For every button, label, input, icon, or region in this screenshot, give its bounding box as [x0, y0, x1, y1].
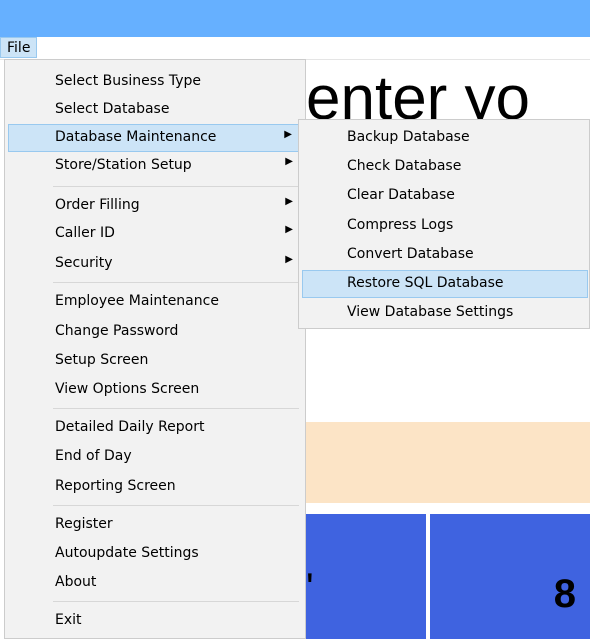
menu-item-setup-screen[interactable]: Setup Screen — [8, 347, 302, 375]
menu-item-security[interactable]: Security ▶ — [8, 250, 302, 278]
background-tile-left[interactable]: ' — [306, 514, 426, 639]
menu-item-autoupdate-settings[interactable]: Autoupdate Settings — [8, 540, 302, 568]
submenu-item-label: Backup Database — [347, 129, 470, 145]
menu-item-label: Autoupdate Settings — [55, 545, 199, 561]
menu-item-label: Select Database — [55, 101, 170, 117]
menu-separator — [53, 186, 299, 187]
submenu-arrow-icon: ▶ — [285, 196, 293, 207]
background-info-band — [306, 422, 590, 503]
menu-item-label: Detailed Daily Report — [55, 419, 205, 435]
menu-item-label: Security — [55, 255, 113, 271]
submenu-item-check-database[interactable]: Check Database — [302, 153, 588, 181]
submenu-item-compress-logs[interactable]: Compress Logs — [302, 212, 588, 240]
menu-item-register[interactable]: Register — [8, 511, 302, 539]
submenu-item-label: Check Database — [347, 158, 462, 174]
menu-item-label: Reporting Screen — [55, 478, 176, 494]
window-title-bar — [0, 0, 590, 37]
submenu-arrow-icon: ▶ — [285, 254, 293, 265]
menu-item-detailed-daily-report[interactable]: Detailed Daily Report — [8, 414, 302, 442]
menu-item-caller-id[interactable]: Caller ID ▶ — [8, 220, 302, 248]
menu-item-label: Order Filling — [55, 197, 140, 213]
submenu-item-label: Restore SQL Database — [347, 275, 504, 291]
tile-left-text: ' — [306, 566, 314, 610]
database-maintenance-submenu: Backup Database Check Database Clear Dat… — [298, 119, 590, 329]
menu-item-label: Employee Maintenance — [55, 293, 219, 309]
menu-item-label: Store/Station Setup — [55, 157, 192, 173]
menu-separator — [53, 408, 299, 409]
menu-separator — [53, 601, 299, 602]
menu-item-label: End of Day — [55, 448, 132, 464]
submenu-item-backup-database[interactable]: Backup Database — [302, 124, 588, 152]
menu-item-label: Exit — [55, 612, 82, 628]
menu-item-database-maintenance[interactable]: Database Maintenance ▶ — [8, 124, 302, 152]
menu-item-label: Setup Screen — [55, 352, 149, 368]
menu-item-label: About — [55, 574, 97, 590]
menu-item-end-of-day[interactable]: End of Day — [8, 443, 302, 471]
file-menu[interactable]: File — [0, 37, 38, 58]
submenu-item-clear-database[interactable]: Clear Database — [302, 182, 588, 210]
submenu-item-view-database-settings[interactable]: View Database Settings — [302, 299, 588, 327]
file-dropdown-menu: Select Business Type Select Database Dat… — [4, 59, 306, 639]
menu-separator — [53, 282, 299, 283]
menu-item-about[interactable]: About — [8, 569, 302, 597]
menu-item-view-options-screen[interactable]: View Options Screen — [8, 376, 302, 404]
menu-item-label: Register — [55, 516, 113, 532]
menu-item-label: Caller ID — [55, 225, 115, 241]
submenu-arrow-icon: ▶ — [285, 224, 293, 235]
menu-item-label: View Options Screen — [55, 381, 200, 397]
submenu-arrow-icon: ▶ — [284, 129, 292, 140]
tile-right-text: 8 — [553, 572, 576, 616]
submenu-item-convert-database[interactable]: Convert Database — [302, 241, 588, 269]
submenu-arrow-icon: ▶ — [285, 156, 293, 167]
menu-item-select-database[interactable]: Select Database — [8, 96, 302, 124]
menu-item-select-business-type[interactable]: Select Business Type — [8, 68, 302, 96]
menu-item-store-station-setup[interactable]: Store/Station Setup ▶ — [8, 152, 302, 180]
submenu-item-restore-sql-database[interactable]: Restore SQL Database — [302, 270, 588, 298]
menu-item-label: Change Password — [55, 323, 179, 339]
menu-item-label: Select Business Type — [55, 73, 201, 89]
submenu-item-label: Convert Database — [347, 246, 474, 262]
menu-bar: File — [0, 37, 590, 60]
menu-item-label: Database Maintenance — [55, 129, 217, 145]
menu-item-change-password[interactable]: Change Password — [8, 318, 302, 346]
menu-item-order-filling[interactable]: Order Filling ▶ — [8, 192, 302, 220]
submenu-item-label: Clear Database — [347, 187, 455, 203]
menu-item-reporting-screen[interactable]: Reporting Screen — [8, 473, 302, 501]
submenu-item-label: View Database Settings — [347, 304, 514, 320]
submenu-item-label: Compress Logs — [347, 217, 454, 233]
menu-item-exit[interactable]: Exit — [8, 607, 302, 635]
menu-item-employee-maintenance[interactable]: Employee Maintenance — [8, 288, 302, 316]
background-tile-right[interactable]: 8 — [430, 514, 590, 639]
menu-separator — [53, 505, 299, 506]
